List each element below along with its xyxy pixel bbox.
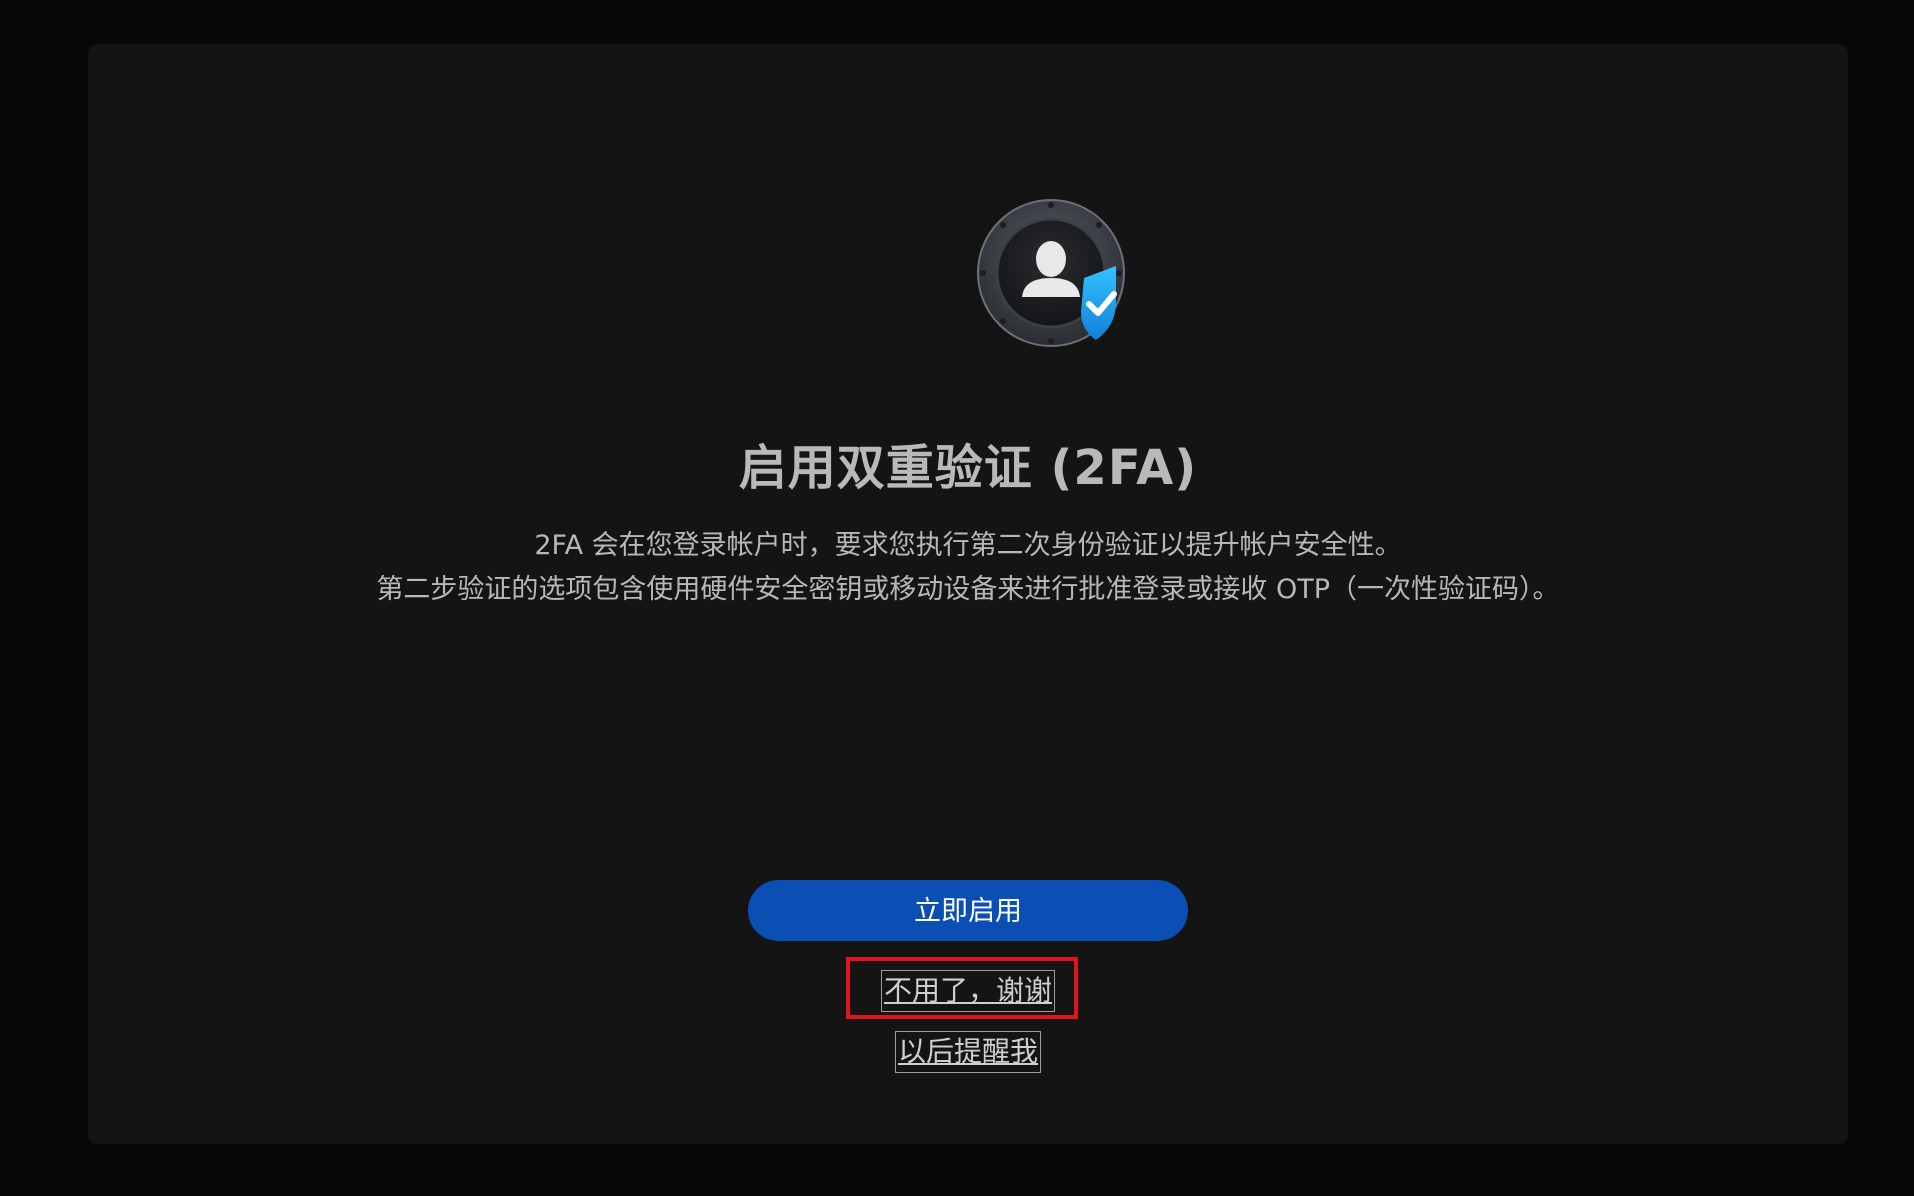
no-thanks-link[interactable]: 不用了，谢谢 — [881, 970, 1056, 1012]
remind-later-link[interactable]: 以后提醒我 — [895, 1031, 1042, 1073]
dialog-title: 启用双重验证 (2FA) — [738, 440, 1198, 496]
enable-now-button[interactable]: 立即启用 — [748, 880, 1188, 941]
user-shield-check-icon — [977, 199, 1125, 347]
description-line-2: 第二步验证的选项包含使用硬件安全密钥或移动设备来进行批准登录或接收 OTP（一次… — [376, 574, 1560, 605]
description-line-1: 2FA 会在您登录帐户时，要求您执行第二次身份验证以提升帐户安全性。 — [534, 530, 1402, 561]
dialog-description: 2FA 会在您登录帐户时，要求您执行第二次身份验证以提升帐户安全性。 第二步验证… — [88, 524, 1848, 612]
